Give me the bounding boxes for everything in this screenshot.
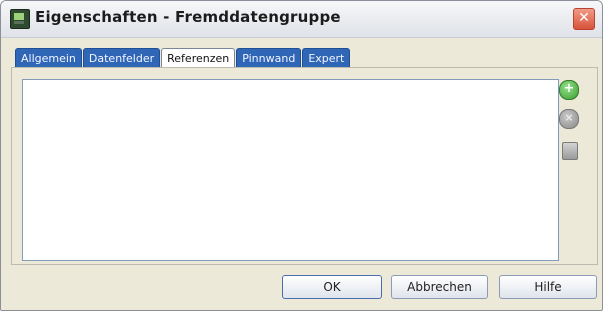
add-reference-button[interactable]: + [559,80,579,100]
tab-expert[interactable]: Expert [302,48,351,68]
help-button[interactable]: Hilfe [499,275,597,299]
tab-referenzen[interactable]: Referenzen [161,48,236,68]
properties-dialog: Eigenschaften - Fremddatengruppe ✕ Allge… [0,0,603,311]
tab-allgemein[interactable]: Allgemein [15,48,82,68]
app-icon [10,9,30,29]
ok-button[interactable]: OK [282,275,382,299]
reference-properties-button[interactable] [562,142,578,160]
window-title: Eigenschaften - Fremddatengruppe [35,8,341,26]
tab-pinnwand[interactable]: Pinnwand [236,48,302,68]
tab-bar: Allgemein Datenfelder Referenzen Pinnwan… [15,48,351,68]
tab-datenfelder[interactable]: Datenfelder [82,48,161,68]
references-list[interactable] [22,79,559,261]
remove-reference-button[interactable]: × [559,109,579,129]
title-bar[interactable]: Eigenschaften - Fremddatengruppe ✕ [1,1,602,38]
close-button[interactable]: ✕ [573,8,595,30]
cancel-button[interactable]: Abbrechen [391,275,488,299]
tab-panel-referenzen [11,67,598,265]
